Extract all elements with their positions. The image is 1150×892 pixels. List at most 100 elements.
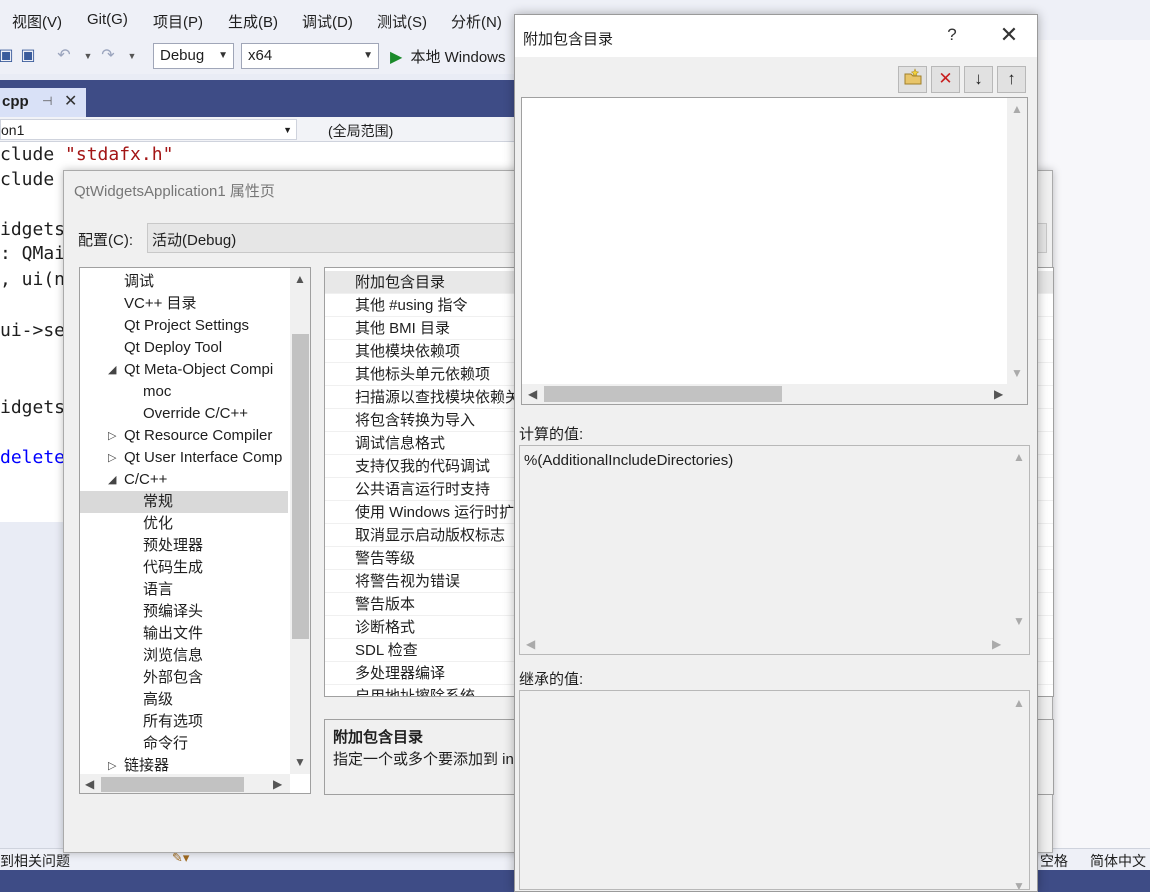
tree-hscroll-thumb[interactable]	[101, 777, 244, 792]
close-button[interactable]: ✕	[994, 22, 1024, 50]
menu-build[interactable]: 生成(B)	[228, 11, 278, 32]
tree-item[interactable]: 输出文件	[80, 623, 288, 645]
platform-dropdown[interactable]: x64 ▼	[241, 43, 379, 69]
new-folder-icon	[904, 68, 921, 85]
tree-item-label: Qt Resource Compiler	[124, 427, 273, 444]
tree-item[interactable]: 浏览信息	[80, 645, 288, 667]
help-button[interactable]: ?	[939, 25, 965, 49]
collapsed-triangle-icon[interactable]: ▷	[108, 447, 116, 469]
move-up-button[interactable]: ↑	[997, 66, 1026, 93]
tree-item[interactable]: 常规	[80, 491, 288, 513]
document-tab[interactable]: cpp ⊣ ✕	[0, 88, 86, 117]
menu-test[interactable]: 测试(S)	[377, 11, 427, 32]
chevron-up-icon[interactable]: ▲	[1011, 102, 1023, 116]
tree-item-label: 高级	[143, 691, 174, 708]
menu-analyze[interactable]: 分析(N)	[451, 11, 502, 32]
tree-item-label: 浏览信息	[143, 647, 204, 664]
redo-icon[interactable]: ↷	[98, 46, 118, 66]
undo-dropdown-icon[interactable]: ▼	[78, 46, 98, 66]
tree-item-label: 外部包含	[143, 669, 204, 686]
list-vertical-scrollbar[interactable]: ▲ ▼	[1007, 98, 1027, 384]
tree-scroll-thumb[interactable]	[292, 334, 309, 639]
tree-item[interactable]: Override C/C++	[80, 403, 288, 425]
chevron-down-icon[interactable]: ▼	[1013, 879, 1025, 889]
config-dropdown-value: Debug	[160, 47, 205, 64]
menu-git[interactable]: Git(G)	[87, 11, 128, 28]
directory-list[interactable]: ▲ ▼ ◀ ▶	[521, 97, 1028, 405]
config-dropdown[interactable]: Debug ▼	[153, 43, 234, 69]
run-button[interactable]: ▶ 本地 Windows	[390, 46, 506, 67]
document-tab-label: cpp	[2, 93, 29, 110]
save-icon[interactable]: ▣	[0, 46, 16, 66]
tree-item-label: 命令行	[143, 735, 189, 752]
project-nav-dropdown[interactable]: on1 ▼	[0, 119, 297, 140]
tree-item[interactable]: 命令行	[80, 733, 288, 755]
tree-item[interactable]: 优化	[80, 513, 288, 535]
tree-item[interactable]: 预处理器	[80, 535, 288, 557]
tree-item[interactable]: 高级	[80, 689, 288, 711]
move-down-button[interactable]: ↓	[964, 66, 993, 93]
tree-item[interactable]: ◢ Qt Meta-Object Compi	[80, 359, 288, 381]
delete-button[interactable]: ✕	[931, 66, 960, 93]
chevron-down-icon[interactable]: ▼	[1011, 366, 1023, 380]
tree-item[interactable]: 代码生成	[80, 557, 288, 579]
undo-icon[interactable]: ↶	[54, 46, 74, 66]
tree-item-label: 输出文件	[143, 625, 204, 642]
inherited-values-box[interactable]: ▲ ▼	[519, 690, 1030, 890]
platform-dropdown-value: x64	[248, 47, 273, 64]
run-label: 本地 Windows	[410, 49, 506, 66]
redo-dropdown-icon[interactable]: ▼	[122, 46, 142, 66]
tree-item[interactable]: 所有选项	[80, 711, 288, 733]
settings-tree[interactable]: 调试 VC++ 目录 Qt Project Settings Qt Deploy To…	[79, 267, 311, 794]
computed-vertical-scrollbar[interactable]: ▲ ▼	[1009, 446, 1029, 634]
chevron-left-icon[interactable]: ◀	[528, 387, 537, 401]
expanded-triangle-icon[interactable]: ◢	[108, 469, 116, 491]
chevron-right-icon[interactable]: ▶	[273, 777, 282, 791]
dialog-title: 附加包含目录	[523, 31, 614, 48]
tree-item[interactable]: 外部包含	[80, 667, 288, 689]
chevron-up-icon[interactable]: ▲	[1013, 696, 1025, 710]
code-line: clude "stdafx.h"	[0, 144, 174, 165]
navigation-bar: on1 ▼ (全局范围)	[0, 117, 515, 142]
status-issues[interactable]: 到相关问题	[0, 851, 70, 871]
status-spaces[interactable]: 空格	[1040, 851, 1068, 871]
chevron-up-icon[interactable]: ▲	[294, 272, 306, 286]
chevron-right-icon[interactable]: ▶	[994, 387, 1003, 401]
tree-item[interactable]: moc	[80, 381, 288, 403]
chevron-down-icon[interactable]: ▼	[1013, 614, 1025, 628]
tree-item[interactable]: ▷ Qt User Interface Comp	[80, 447, 288, 469]
close-tab-icon[interactable]: ✕	[64, 91, 77, 111]
menu-project[interactable]: 项目(P)	[153, 11, 203, 32]
tree-item[interactable]: ▷ Qt Resource Compiler	[80, 425, 288, 447]
tree-item[interactable]: 语言	[80, 579, 288, 601]
scope-nav-dropdown[interactable]: (全局范围)	[328, 121, 393, 141]
expanded-triangle-icon[interactable]: ◢	[108, 359, 116, 381]
new-line-button[interactable]	[898, 66, 927, 93]
computed-horizontal-scrollbar[interactable]: ◀ ▶	[520, 634, 1010, 654]
chevron-down-icon: ▼	[363, 50, 373, 61]
menu-debug[interactable]: 调试(D)	[302, 11, 353, 32]
menu-view[interactable]: 视图(V)	[12, 11, 62, 32]
chevron-left-icon[interactable]: ◀	[85, 777, 94, 791]
tree-item[interactable]: Qt Project Settings	[80, 315, 288, 337]
collapsed-triangle-icon[interactable]: ▷	[108, 425, 116, 447]
tree-item-label: 所有选项	[143, 713, 204, 730]
tree-item-label: Qt User Interface Comp	[124, 449, 283, 466]
tree-item[interactable]: 预编译头	[80, 601, 288, 623]
tree-item[interactable]: 调试	[80, 271, 288, 293]
chevron-down-icon[interactable]: ▼	[294, 755, 306, 769]
tree-item[interactable]: VC++ 目录	[80, 293, 288, 315]
list-horizontal-scrollbar[interactable]: ◀ ▶	[522, 384, 1027, 404]
computed-values-box[interactable]: %(AdditionalIncludeDirectories) ▲ ▼ ◀ ▶	[519, 445, 1030, 655]
inherited-vertical-scrollbar[interactable]: ▲ ▼	[1009, 691, 1029, 889]
chevron-up-icon[interactable]: ▲	[1013, 450, 1025, 464]
chevron-right-icon[interactable]: ▶	[992, 637, 1001, 651]
tree-item-label: 优化	[143, 515, 174, 532]
computed-value-text: %(AdditionalIncludeDirectories)	[524, 452, 734, 469]
save-all-icon[interactable]: ▣	[18, 46, 38, 66]
list-hscroll-thumb[interactable]	[544, 386, 782, 402]
tree-item[interactable]: Qt Deploy Tool	[80, 337, 288, 359]
tree-item[interactable]: ◢ C/C++	[80, 469, 288, 491]
chevron-left-icon[interactable]: ◀	[526, 637, 535, 651]
pin-icon[interactable]: ⊣	[42, 94, 52, 108]
